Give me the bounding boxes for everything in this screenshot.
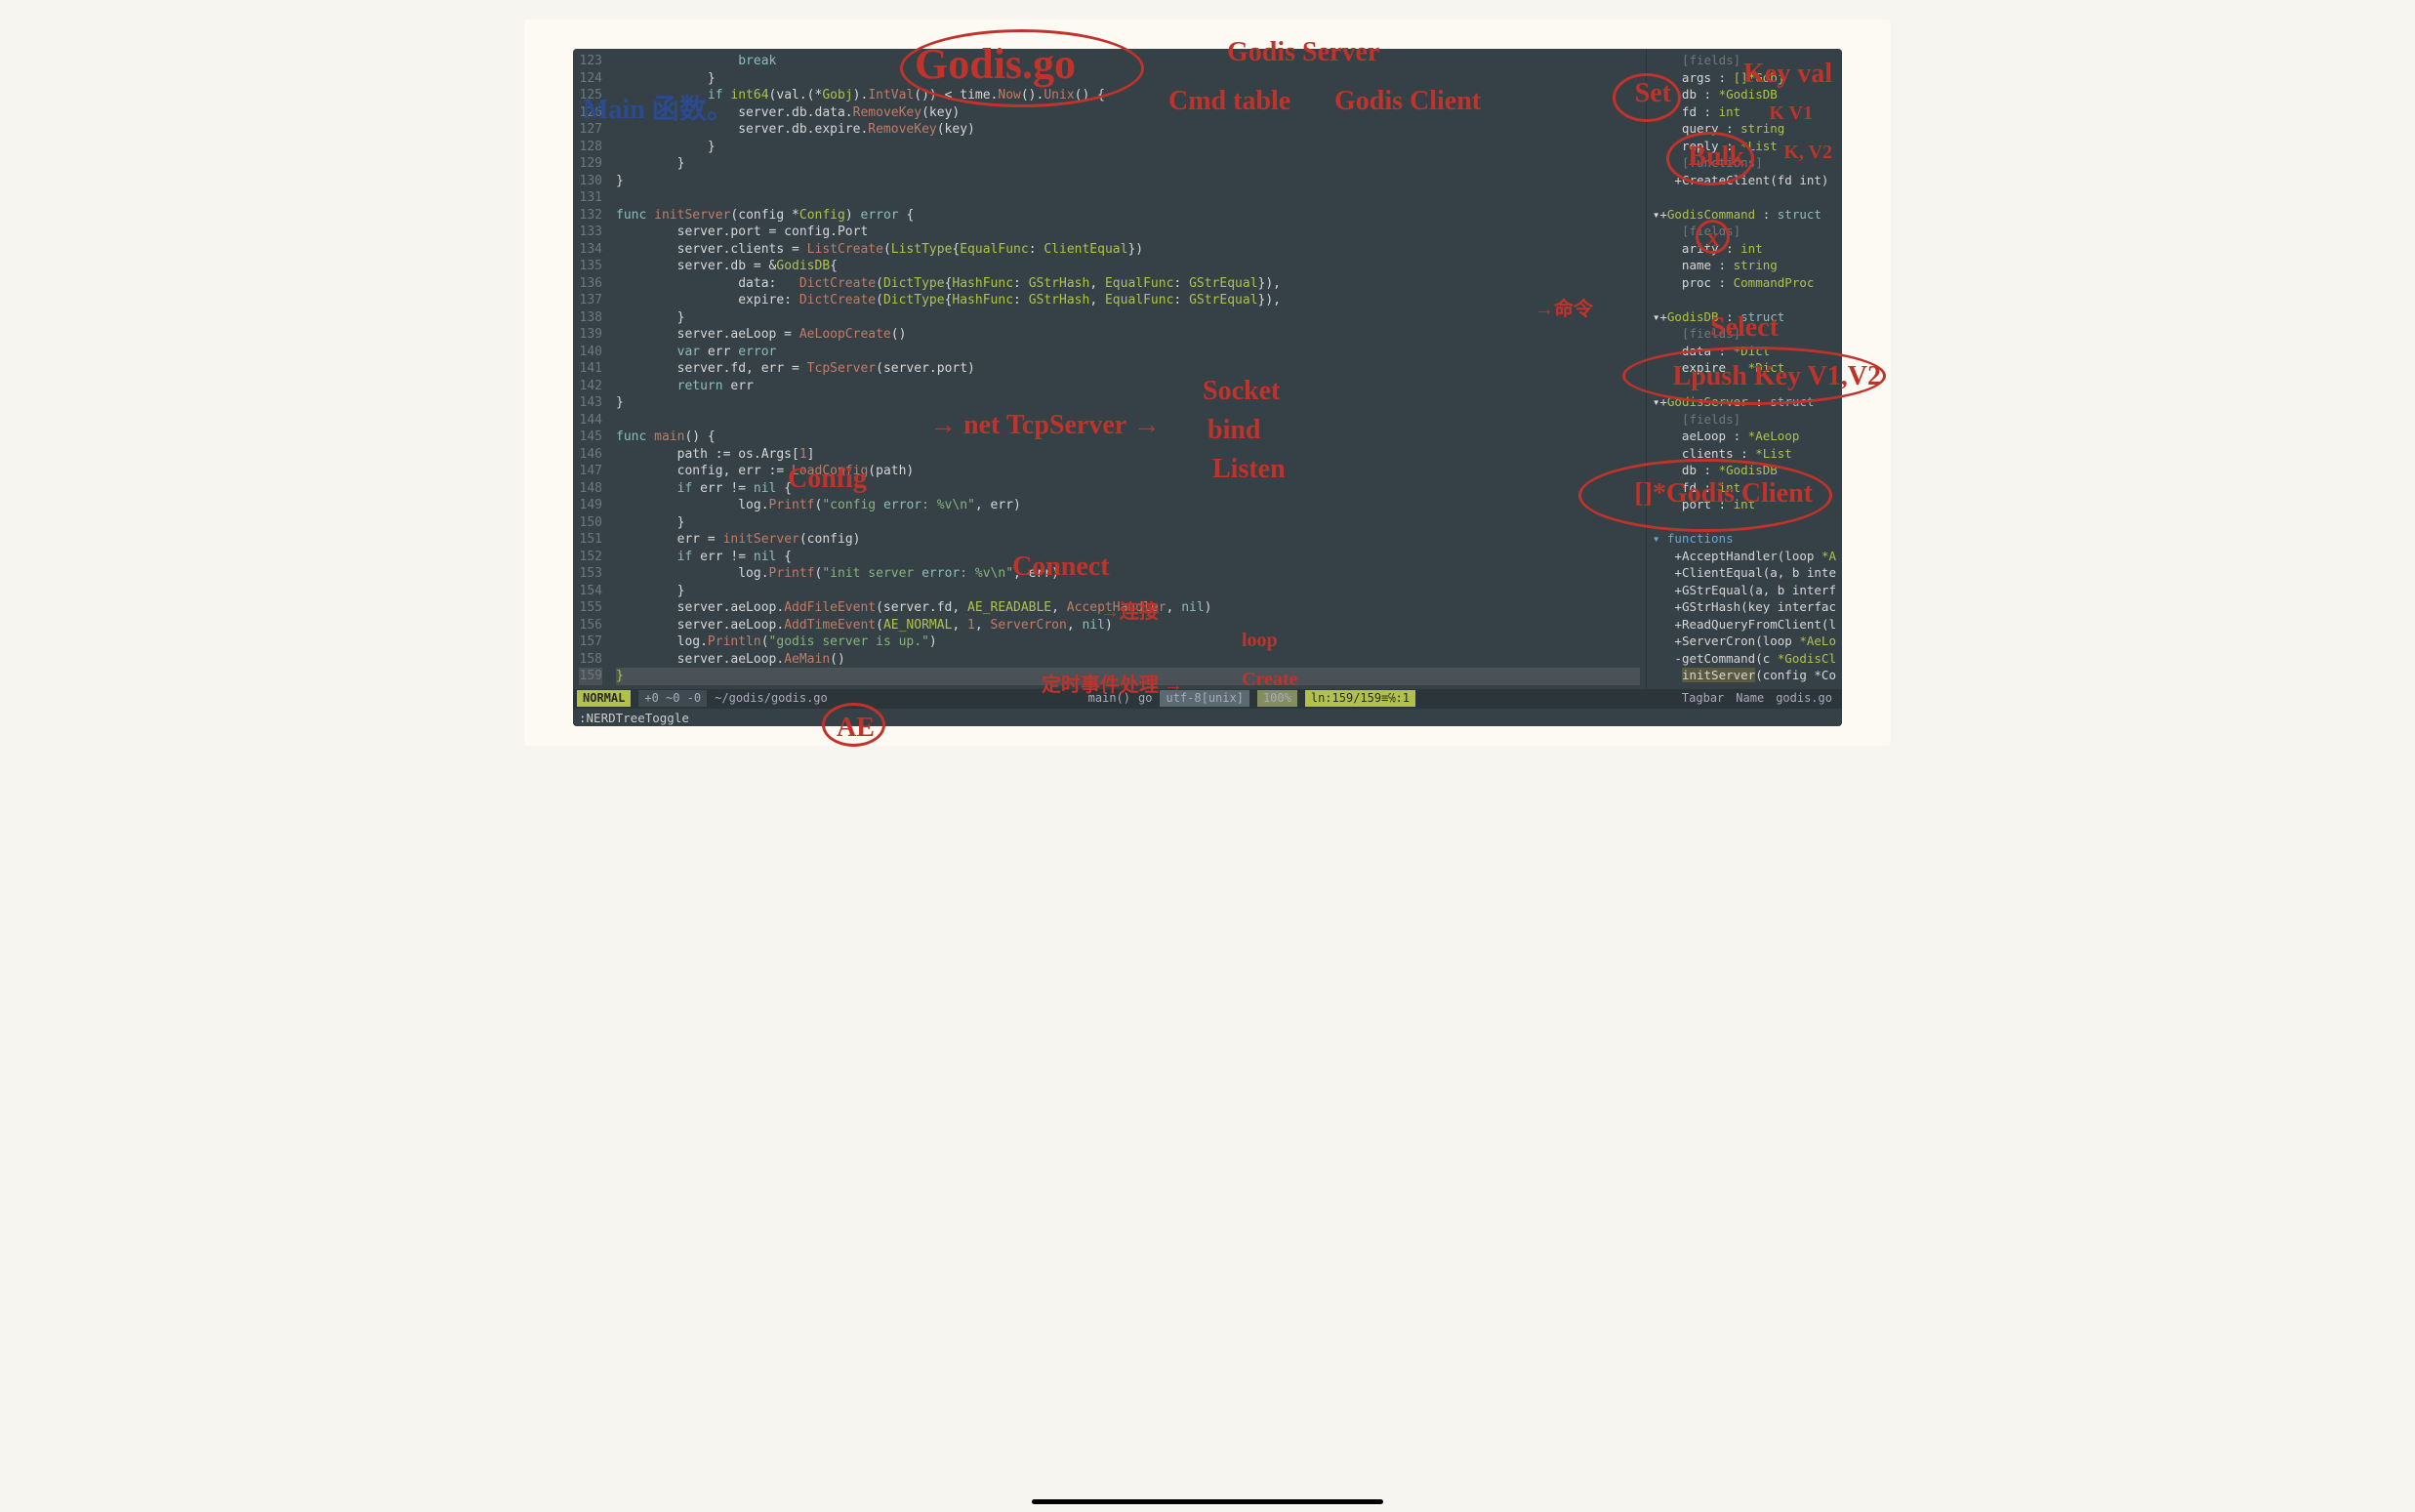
tagbar-item[interactable]: +GStrHash(key interfac <box>1653 599 1836 617</box>
tagbar-item[interactable]: proc : CommandProc <box>1653 275 1836 293</box>
tagbar-item[interactable]: expire : *Dict <box>1653 360 1836 378</box>
current-func: main() <box>1088 690 1130 706</box>
tagbar-item[interactable]: db : *GodisDB <box>1653 463 1836 480</box>
cursor-position: ln:159/159≡℅:1 <box>1305 690 1415 706</box>
tagbar-item[interactable]: aeLoop : *AeLoop <box>1653 429 1836 446</box>
tagbar-item[interactable]: +AcceptHandler(loop *A <box>1653 549 1836 566</box>
tagbar-item[interactable]: name : string <box>1653 258 1836 275</box>
file-path: ~/godis/godis.go <box>715 690 828 706</box>
tagbar-item[interactable]: +CreateClient(fd int) <box>1653 173 1836 190</box>
tagbar-item[interactable]: args : []*Gobj <box>1653 70 1836 88</box>
tagbar-item[interactable]: [functions] <box>1653 155 1836 173</box>
tagbar-item[interactable]: data : *Dict <box>1653 344 1836 361</box>
vim-mode: NORMAL <box>577 690 631 706</box>
tagbar-item[interactable] <box>1653 189 1836 207</box>
tagbar-item[interactable]: reply : *List <box>1653 139 1836 156</box>
git-changes: +0 ~0 -0 <box>638 690 707 706</box>
tagbar-item[interactable]: initServer(config *Co <box>1653 668 1836 685</box>
tagbar-item[interactable] <box>1653 292 1836 309</box>
code-pane[interactable]: break } if int64(val.(*Gobj).IntVal()) <… <box>610 49 1646 689</box>
tagbar-item[interactable]: +ReadQueryFromClient(l <box>1653 617 1836 634</box>
tagbar-item[interactable]: +GStrEqual(a, b interf <box>1653 583 1836 600</box>
tagbar-item[interactable]: [fields] <box>1653 326 1836 344</box>
tagbar-item[interactable]: ▾+GodisDB : struct <box>1653 309 1836 327</box>
tagbar-label: Tagbar <box>1676 690 1730 706</box>
tagbar-item[interactable]: -getCommand(c *GodisCl <box>1653 651 1836 669</box>
ipad-home-indicator <box>1032 1499 1383 1504</box>
tagbar-item[interactable]: [fields] <box>1653 412 1836 429</box>
encoding: utf-8[unix] <box>1160 690 1248 706</box>
filetype: go <box>1138 690 1152 706</box>
tagbar-file: godis.go <box>1770 690 1838 706</box>
tagbar-item[interactable]: [fields] <box>1653 53 1836 70</box>
tagbar-item[interactable]: ▾ functions <box>1653 531 1836 549</box>
tagbar-item[interactable]: clients : *List <box>1653 446 1836 464</box>
command-line[interactable]: :NERDTreeToggle <box>573 709 1842 726</box>
tagbar-pane[interactable]: [fields] args : []*Gobj db : *GodisDB fd… <box>1646 49 1842 689</box>
tagbar-item[interactable]: arity : int <box>1653 241 1836 259</box>
tagbar-item[interactable]: +ClientEqual(a, b inte <box>1653 565 1836 583</box>
tagbar-item[interactable]: fd : int <box>1653 104 1836 122</box>
tagbar-item[interactable]: db : *GodisDB <box>1653 87 1836 104</box>
status-bar: NORMAL +0 ~0 -0 ~/godis/godis.go main() … <box>573 689 1842 709</box>
tagbar-item[interactable]: fd : int <box>1653 480 1836 498</box>
editor-body: 1231241251261271281291301311321331341351… <box>573 49 1842 689</box>
tagbar-item[interactable]: port : int <box>1653 497 1836 514</box>
tagbar-item[interactable] <box>1653 514 1836 532</box>
notebook-page: 1231241251261271281291301311321331341351… <box>524 20 1891 746</box>
tagbar-item[interactable]: [fields] <box>1653 224 1836 241</box>
vim-editor[interactable]: 1231241251261271281291301311321331341351… <box>573 49 1842 726</box>
tagbar-item[interactable]: ▾+GodisServer : struct <box>1653 394 1836 412</box>
tagbar-item[interactable] <box>1653 378 1836 395</box>
line-number-gutter: 1231241251261271281291301311321331341351… <box>573 49 610 689</box>
tagbar-item[interactable]: ▾+GodisCommand : struct <box>1653 207 1836 225</box>
scroll-percent: 100% <box>1257 690 1297 706</box>
tagbar-item[interactable]: +ServerCron(loop *AeLo <box>1653 633 1836 651</box>
tagbar-item[interactable]: query : string <box>1653 121 1836 139</box>
tagbar-sort: Name <box>1730 690 1770 706</box>
